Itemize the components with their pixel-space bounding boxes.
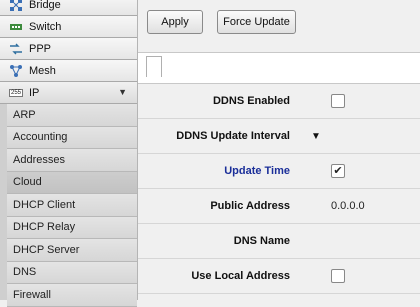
update-time-label[interactable]: Update Time: [224, 154, 290, 188]
sidebar-item-ip[interactable]: 255 IP ▼: [0, 82, 137, 104]
use-local-address-row: Use Local Address: [138, 259, 420, 294]
force-update-button[interactable]: Force Update: [217, 10, 296, 34]
ddns-enabled-row: DDNS Enabled: [138, 84, 420, 119]
tab-general[interactable]: [146, 56, 162, 77]
public-address-row: Public Address 0.0.0.0: [138, 189, 420, 224]
sidebar-item-mesh[interactable]: Mesh: [0, 60, 137, 82]
update-time-row: Update Time ✔: [138, 154, 420, 189]
ddns-enabled-label: DDNS Enabled: [212, 95, 290, 107]
submenu-item-dns[interactable]: DNS: [7, 261, 137, 284]
sidebar-item-label: IP: [29, 86, 40, 99]
update-time-checkbox[interactable]: ✔: [331, 164, 345, 178]
dns-name-row: DNS Name: [138, 224, 420, 259]
switch-icon: [8, 20, 24, 34]
sidebar-item-switch[interactable]: Switch: [0, 16, 137, 38]
submenu-item-dhcp-relay[interactable]: DHCP Relay: [7, 216, 137, 239]
mesh-icon: [8, 64, 24, 78]
submenu-item-cloud[interactable]: Cloud: [7, 171, 137, 194]
ddns-update-interval-label: DDNS Update Interval: [176, 130, 290, 142]
sidebar-item-label: PPP: [29, 42, 52, 55]
public-address-label: Public Address: [210, 200, 290, 212]
ddns-enabled-checkbox[interactable]: [331, 94, 345, 108]
bridge-icon: [8, 0, 24, 12]
dns-name-label: DNS Name: [233, 235, 290, 247]
tab-bar: [138, 52, 420, 84]
submenu-item-dhcp-server[interactable]: DHCP Server: [7, 239, 137, 262]
ddns-update-interval-row: DDNS Update Interval ▼: [138, 119, 420, 154]
main-panel: Apply Force Update DDNS Enabled DDNS Upd…: [138, 0, 420, 300]
checkmark-icon: ✔: [333, 164, 343, 177]
public-address-value: 0.0.0.0: [331, 200, 365, 212]
ip-icon: 255: [8, 88, 23, 97]
sidebar: Bridge Switch PPP Mesh 255 IP ▼ ARP Acco…: [0, 0, 138, 307]
apply-button[interactable]: Apply: [147, 10, 203, 34]
chevron-down-icon: ▼: [118, 87, 127, 97]
sidebar-item-label: Switch: [29, 20, 62, 33]
submenu-item-addresses[interactable]: Addresses: [7, 149, 137, 172]
sidebar-item-label: Mesh: [29, 64, 56, 77]
chevron-down-icon[interactable]: ▼: [311, 131, 321, 142]
use-local-address-label: Use Local Address: [191, 270, 290, 282]
ppp-icon: [8, 42, 24, 56]
sidebar-item-ppp[interactable]: PPP: [0, 38, 137, 60]
submenu-item-dhcp-client[interactable]: DHCP Client: [7, 194, 137, 217]
submenu-item-accounting[interactable]: Accounting: [7, 126, 137, 149]
sidebar-item-bridge[interactable]: Bridge: [0, 0, 137, 16]
use-local-address-checkbox[interactable]: [331, 269, 345, 283]
sidebar-item-label: Bridge: [29, 0, 61, 11]
submenu-item-arp[interactable]: ARP: [7, 104, 137, 127]
submenu-item-firewall[interactable]: Firewall: [7, 284, 137, 307]
